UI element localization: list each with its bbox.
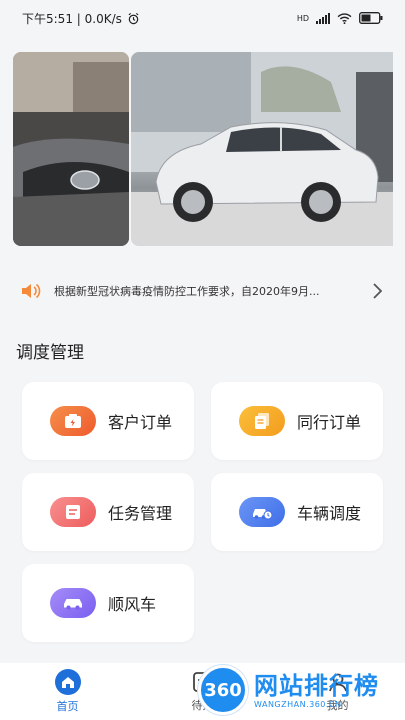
vehicle-dispatch-card[interactable]: 车辆调度 (211, 473, 383, 551)
banner-slide-previous[interactable] (13, 52, 129, 246)
banner-carousel[interactable] (0, 52, 405, 246)
status-right: HD (297, 12, 383, 24)
card-label: 顺风车 (108, 595, 157, 614)
network-type: HD (296, 13, 309, 23)
battery-icon (359, 12, 383, 24)
customer-order-card[interactable]: 客户订单 (22, 382, 194, 460)
tab-label: 首页 (56, 700, 79, 713)
home-icon (54, 669, 81, 695)
status-time: 下午5:51 | 0.0K/s (22, 11, 122, 26)
chevron-right-icon[interactable] (367, 281, 387, 301)
signal-icon (316, 12, 330, 24)
task-management-card[interactable]: 任务管理 (22, 473, 194, 551)
tab-home[interactable]: 首页 (0, 663, 135, 720)
speaker-icon (22, 283, 41, 299)
card-label: 任务管理 (108, 504, 173, 523)
carpool-card[interactable]: 顺风车 (22, 564, 194, 642)
document-icon (239, 406, 285, 436)
car-icon (50, 588, 96, 618)
status-left: 下午5:51 | 0.0K/s (22, 10, 140, 27)
status-bar: 下午5:51 | 0.0K/s HD (0, 0, 405, 36)
card-label: 车辆调度 (297, 504, 362, 523)
card-label: 同行订单 (297, 413, 362, 432)
notice-text: 根据新型冠状病毒疫情防控工作要求，自2020年9月... (54, 285, 320, 298)
vehicle-dispatch-icon (239, 497, 285, 527)
car-side-image (131, 52, 393, 246)
task-icon (50, 497, 96, 527)
alarm-icon (128, 12, 139, 24)
banner-slide-current[interactable] (131, 52, 393, 246)
watermark-title: 网站排行榜 (254, 671, 379, 700)
watermark-url: WANGZHAN.360.CN (254, 699, 342, 709)
section-title: 调度管理 (16, 343, 84, 363)
watermark: 360 网站排行榜 WANGZHAN.360.CN (198, 660, 405, 720)
watermark-logo: 360 (198, 665, 248, 715)
wifi-icon (337, 12, 352, 24)
peer-order-card[interactable]: 同行订单 (211, 382, 383, 460)
order-icon (50, 406, 96, 436)
watermark-text: 网站排行榜 WANGZHAN.360.CN (254, 672, 379, 709)
notice-bar[interactable]: 根据新型冠状病毒疫情防控工作要求，自2020年9月... (0, 270, 405, 312)
card-label: 客户订单 (108, 413, 173, 432)
car-front-image (13, 52, 129, 246)
